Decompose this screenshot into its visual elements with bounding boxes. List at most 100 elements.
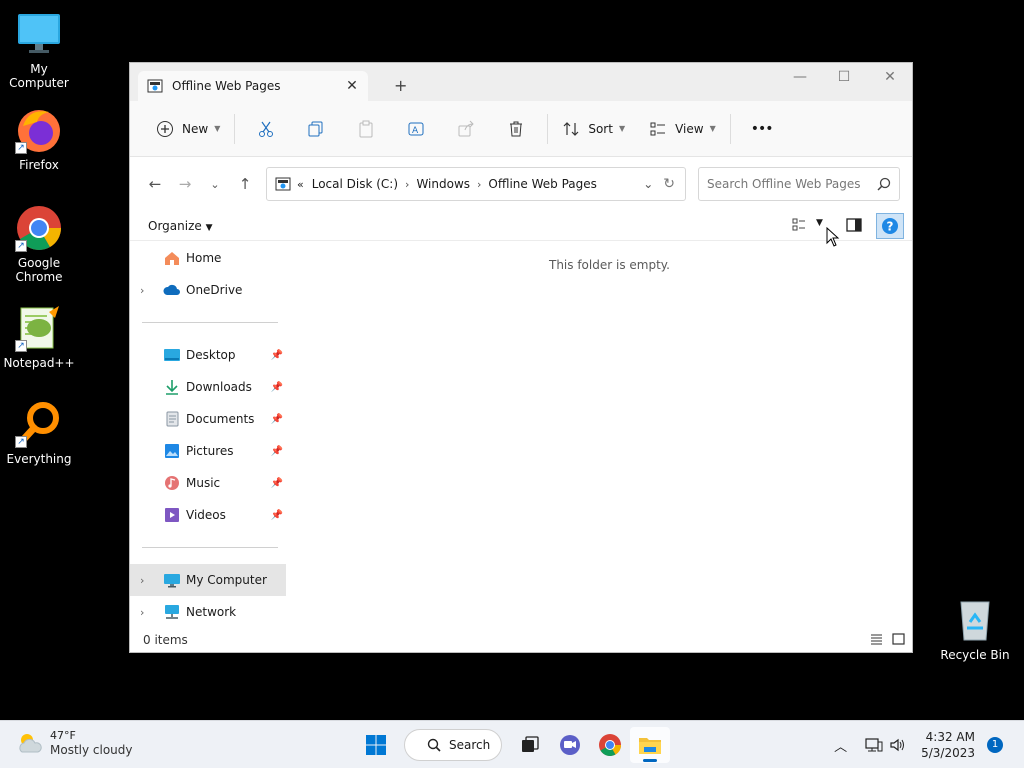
notification-badge[interactable]: 1 [987,737,1003,753]
recycle-bin-icon [951,596,999,644]
pin-icon[interactable]: 📌 [271,414,283,425]
view-button[interactable]: View ▼ [641,113,724,145]
desktop-icon-firefox[interactable]: ↗ Firefox [0,106,78,172]
show-hidden-icons-chevron-icon[interactable]: ︿ [834,736,847,755]
desktop-icon-notepad-plus-plus[interactable]: ↗ Notepad++ [0,304,78,370]
weather-widget[interactable]: 47°F Mostly cloudy [16,729,133,757]
preview-pane-icon[interactable] [846,218,862,235]
breadcrumb-overflow[interactable]: « [297,178,304,191]
navigation-pane[interactable]: Home › OneDrive Desktop 📌 Downloads 📌 Do… [130,242,287,630]
everything-search-icon: ↗ [15,400,63,448]
forward-arrow-icon[interactable]: → [170,175,200,193]
share-button[interactable] [449,113,483,145]
search-input[interactable]: Search Offline Web Pages [698,167,900,201]
organize-bar: Organize ▼ ▼ ? [130,211,912,241]
tab-title: Offline Web Pages [172,79,281,93]
pin-icon[interactable]: 📌 [271,478,283,489]
new-button[interactable]: New ▼ [148,113,228,145]
desktop-icon-google-chrome[interactable]: ↗ Google Chrome [0,204,78,284]
nav-item-onedrive[interactable]: › OneDrive [130,274,287,306]
file-explorer-window[interactable]: Offline Web Pages ✕ + — ☐ ✕ New ▼ A Sort… [129,62,913,653]
nav-item-label: Music [186,476,221,490]
paste-button[interactable] [349,113,383,145]
refresh-icon[interactable]: ↻ [663,176,675,192]
nav-item-documents[interactable]: Documents 📌 [130,403,287,435]
copy-button[interactable] [299,113,333,145]
help-icon[interactable]: ? [876,213,904,239]
breadcrumb-windows[interactable]: Windows [416,177,470,191]
breadcrumb-local-disk[interactable]: Local Disk (C:) [312,177,398,191]
sort-button[interactable]: Sort ▼ [554,113,633,145]
rename-button[interactable]: A [399,113,433,145]
network-status-icon[interactable] [865,737,883,753]
nav-item-downloads[interactable]: Downloads 📌 [130,371,287,403]
delete-button[interactable] [499,113,533,145]
organize-menu[interactable]: Organize ▼ [148,219,213,233]
pin-icon[interactable]: 📌 [271,350,283,361]
nav-item-desktop[interactable]: Desktop 📌 [130,339,287,371]
clock-date: 5/3/2023 [921,746,975,760]
view-options-caret-icon[interactable]: ▼ [816,218,823,228]
shortcut-arrow-icon: ↗ [15,340,27,352]
folder-icon [639,738,661,754]
scissors-icon [259,121,274,137]
tab-close-icon[interactable]: ✕ [342,78,362,94]
expand-chevron-icon[interactable]: › [140,284,154,297]
nav-item-network[interactable]: › Network [130,596,287,628]
clock[interactable]: 4:32 AM 5/3/2023 [921,729,975,761]
breadcrumb-chevron-icon[interactable]: › [477,178,481,191]
home-icon [165,252,179,265]
task-view-button[interactable] [510,727,550,763]
tab-offline-web-pages[interactable]: Offline Web Pages ✕ [138,71,368,101]
cut-button[interactable] [249,113,283,145]
pin-icon[interactable]: 📌 [271,510,283,521]
nav-divider [142,322,278,323]
see-more-button[interactable]: ••• [743,113,781,145]
nav-item-label: My Computer [186,573,267,587]
taskbar-file-explorer-button[interactable] [630,727,670,763]
nav-item-home[interactable]: Home [130,242,287,274]
nav-divider [142,547,278,548]
expand-chevron-icon[interactable]: › [140,574,154,587]
desktop-icon-everything[interactable]: ↗ Everything [0,400,78,466]
maximize-icon[interactable]: ☐ [824,69,864,85]
breadcrumb-chevron-icon[interactable]: › [405,178,409,191]
nav-item-pictures[interactable]: Pictures 📌 [130,435,287,467]
new-tab-icon[interactable]: + [394,76,407,95]
desktop-icon-recycle-bin[interactable]: Recycle Bin [936,596,1014,662]
minimize-icon[interactable]: — [780,69,820,85]
breadcrumb-offline-web-pages[interactable]: Offline Web Pages [488,177,596,191]
desktop-icon-my-computer[interactable]: My Computer [0,10,78,90]
teams-chat-button[interactable] [550,727,590,763]
copy-icon [308,121,323,136]
pin-icon[interactable]: 📌 [271,382,283,393]
back-arrow-icon[interactable]: ← [140,175,170,193]
up-arrow-icon[interactable]: ↑ [230,175,260,193]
nav-item-my-computer[interactable]: › My Computer [130,564,286,596]
desktop-icon-label: My Computer [9,62,69,90]
expand-chevron-icon[interactable]: › [140,606,154,619]
taskbar-search-button[interactable]: Search [404,729,502,761]
desktop-icon-label: Notepad++ [3,356,75,370]
nav-item-videos[interactable]: Videos 📌 [130,499,287,531]
recent-locations-chevron-icon[interactable]: ⌄ [200,178,230,191]
rename-icon: A [408,122,424,136]
network-icon [165,605,179,619]
svg-text:?: ? [887,220,894,234]
details-view-icon[interactable] [870,633,883,648]
shortcut-arrow-icon: ↗ [15,240,27,252]
start-button[interactable] [356,727,396,763]
desktop-icon-label: Google Chrome [15,256,63,284]
large-icons-view-icon[interactable] [892,633,905,648]
address-bar[interactable]: « Local Disk (C:) › Windows › Offline We… [266,167,686,201]
nav-item-music[interactable]: Music 📌 [130,467,287,499]
taskbar-chrome-button[interactable] [590,727,630,763]
pin-icon[interactable]: 📌 [271,446,283,457]
svg-text:A: A [412,126,419,136]
address-dropdown-icon[interactable]: ⌄ [643,177,653,191]
view-button-label: View [675,121,704,136]
change-view-icon[interactable] [792,218,806,235]
title-bar[interactable]: Offline Web Pages ✕ + — ☐ ✕ [130,63,912,101]
volume-icon[interactable] [889,737,907,753]
close-window-icon[interactable]: ✕ [870,69,910,85]
